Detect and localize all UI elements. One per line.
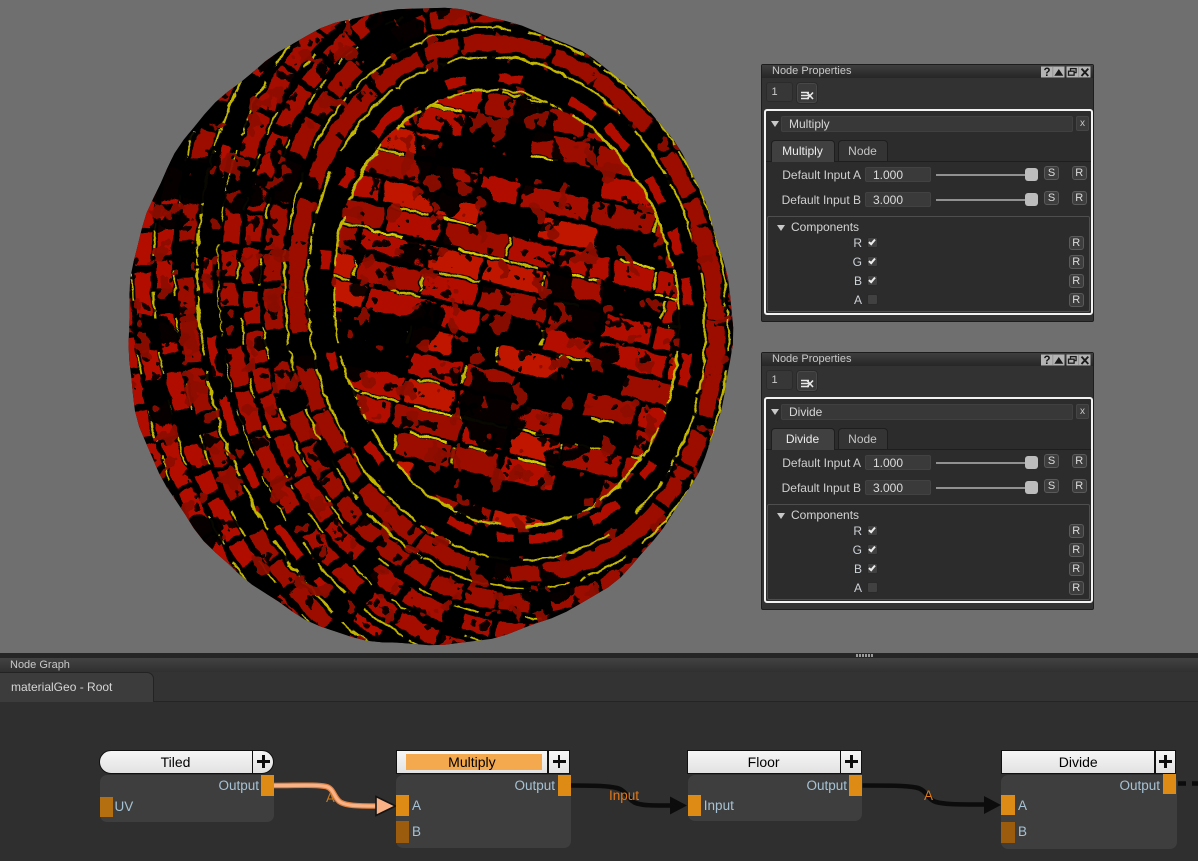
svg-text:Input: Input [609, 788, 639, 803]
svg-text:A: A [924, 788, 933, 803]
svg-text:?: ? [1043, 67, 1050, 78]
svg-text:A: A [326, 790, 335, 805]
svg-text:?: ? [1043, 355, 1050, 366]
